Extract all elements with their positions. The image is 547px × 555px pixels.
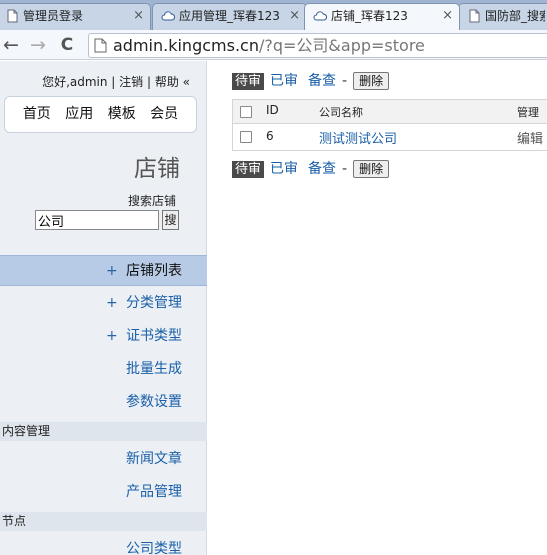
menu-item-company-type[interactable]: 公司类型 (0, 534, 207, 555)
tab-label: 国防部_搜索 (485, 9, 545, 23)
row-company-name-link[interactable]: 测试测试公司 (319, 128, 397, 147)
close-icon[interactable]: × (133, 4, 144, 28)
group-content-management: 内容管理 (0, 422, 207, 441)
cloud-icon (313, 11, 327, 21)
filter-approved[interactable]: 已审 (270, 161, 298, 177)
separator: - (342, 161, 348, 177)
menu-label: 证书类型 (126, 328, 182, 344)
close-icon[interactable]: × (442, 4, 453, 28)
section-title: 店铺 (134, 156, 180, 182)
menu-label: 参数设置 (126, 394, 182, 410)
top-nav: 首页 应用 模板 会员 (4, 96, 197, 133)
nav-apps[interactable]: 应用 (65, 106, 93, 122)
row-checkbox[interactable] (240, 131, 252, 143)
menu-label: 新闻文章 (126, 451, 182, 467)
plus-icon: + (106, 328, 118, 344)
tab-label: 管理员登录 (23, 9, 84, 23)
row-edit-link[interactable]: 编辑 (517, 128, 543, 147)
menu-item-news[interactable]: 新闻文章 (0, 444, 207, 475)
menu-label: 批量生成 (126, 361, 182, 377)
browser-tab-strip: 管理员登录 × 应用管理_珲春123 × 店铺_珲春123 × 国防部_搜索 (0, 0, 547, 30)
back-icon[interactable]: ← (0, 34, 22, 56)
cloud-icon (161, 11, 175, 21)
close-icon[interactable]: × (289, 4, 300, 28)
tab-defense-search[interactable]: 国防部_搜索 (458, 3, 547, 30)
nav-templates[interactable]: 模板 (108, 106, 136, 122)
menu-label: 分类管理 (126, 295, 182, 311)
nav-home[interactable]: 首页 (23, 106, 51, 122)
url-host: admin.kingcms.cn (113, 36, 259, 55)
menu-item-products[interactable]: 产品管理 (0, 477, 207, 508)
store-table: ID 公司名称 管理 6 测试测试公司 编辑 (232, 99, 547, 151)
menu-item-batch-generate[interactable]: 批量生成 (0, 354, 207, 385)
menu-label: 公司类型 (126, 541, 182, 555)
delete-button[interactable]: 删除 (353, 160, 390, 178)
row-id: 6 (266, 129, 274, 143)
address-bar[interactable]: admin.kingcms.cn/?q=公司&app=store (88, 33, 547, 58)
tab-app-management[interactable]: 应用管理_珲春123 × (152, 3, 307, 30)
plus-icon: + (106, 295, 118, 311)
filter-approved[interactable]: 已审 (270, 73, 298, 89)
table-header: ID 公司名称 管理 (233, 100, 547, 124)
filter-reserved[interactable]: 备查 (308, 73, 336, 89)
group-node: 节点 (0, 512, 207, 531)
table-row: 6 测试测试公司 编辑 (233, 124, 547, 150)
tab-label: 应用管理_珲春123 (179, 9, 280, 23)
search-label: 搜索店铺 (127, 194, 176, 208)
separator: - (342, 73, 348, 89)
search-button[interactable]: 搜 (162, 210, 179, 230)
header-company-name: 公司名称 (319, 106, 363, 119)
page-icon (94, 38, 107, 53)
header-manage: 管理 (517, 106, 539, 119)
menu-item-store-list[interactable]: + 店铺列表 (0, 255, 207, 286)
menu-item-certificate-type[interactable]: + 证书类型 (0, 321, 207, 352)
url-path: /?q=公司&app=store (258, 36, 425, 55)
action-bar-top: 待审 已审 备查 - 删除 (232, 71, 390, 93)
reload-icon[interactable]: C (56, 34, 78, 56)
page-icon (7, 9, 18, 23)
filter-pending[interactable]: 待审 (232, 161, 265, 178)
tab-admin-login[interactable]: 管理员登录 × (0, 3, 151, 30)
action-bar-bottom: 待审 已审 备查 - 删除 (232, 159, 390, 181)
sidebar: 您好,admin | 注销 | 帮助 « 首页 应用 模板 会员 店铺 搜索店铺… (0, 61, 207, 555)
main-content: 待审 已审 备查 - 删除 ID 公司名称 管理 6 测试测试公司 编辑 待审 已审 备查 -… (208, 61, 547, 555)
tab-label: 店铺_珲春123 (331, 9, 408, 23)
menu-item-category[interactable]: + 分类管理 (0, 288, 207, 319)
filter-pending[interactable]: 待审 (232, 73, 265, 90)
delete-button[interactable]: 删除 (353, 72, 390, 90)
select-all-checkbox[interactable] (240, 106, 252, 118)
user-bar[interactable]: 您好,admin | 注销 | 帮助 « (42, 73, 190, 90)
forward-icon[interactable]: → (27, 34, 49, 56)
search-input[interactable] (35, 210, 159, 230)
filter-reserved[interactable]: 备查 (308, 161, 336, 177)
page-icon (469, 9, 480, 23)
plus-icon: + (106, 263, 118, 279)
menu-label: 产品管理 (126, 484, 182, 500)
menu-item-parameter-settings[interactable]: 参数设置 (0, 387, 207, 418)
tab-store[interactable]: 店铺_珲春123 × (304, 3, 460, 30)
menu-label: 店铺列表 (126, 263, 182, 279)
browser-toolbar: ← → C admin.kingcms.cn/?q=公司&app=store (0, 30, 547, 60)
nav-members[interactable]: 会员 (150, 106, 178, 122)
header-id: ID (266, 103, 279, 117)
